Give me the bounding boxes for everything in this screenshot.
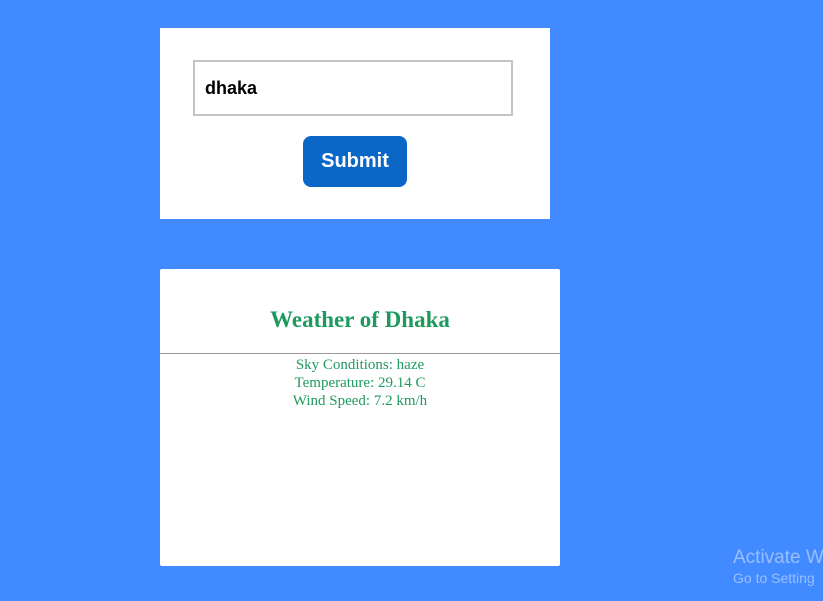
temperature-text: Temperature: 29.14 C — [294, 375, 426, 391]
weather-divider — [160, 353, 560, 354]
watermark-line-1: Activate W — [733, 547, 823, 568]
search-card: Submit — [160, 28, 550, 219]
weather-details: Sky Conditions: haze Temperature: 29.14 … — [160, 356, 560, 410]
weather-card: Weather of Dhaka Sky Conditions: haze Te… — [160, 269, 560, 566]
watermark-line-2: Go to Setting — [733, 569, 815, 586]
city-input[interactable] — [193, 60, 513, 116]
activation-watermark: Activate W Go to Setting — [733, 547, 823, 587]
weather-title: Weather of Dhaka — [270, 307, 450, 332]
sky-conditions-text: Sky Conditions: haze — [295, 357, 425, 373]
submit-button[interactable]: Submit — [303, 136, 407, 187]
wind-speed-text: Wind Speed: 7.2 km/h — [292, 393, 428, 409]
